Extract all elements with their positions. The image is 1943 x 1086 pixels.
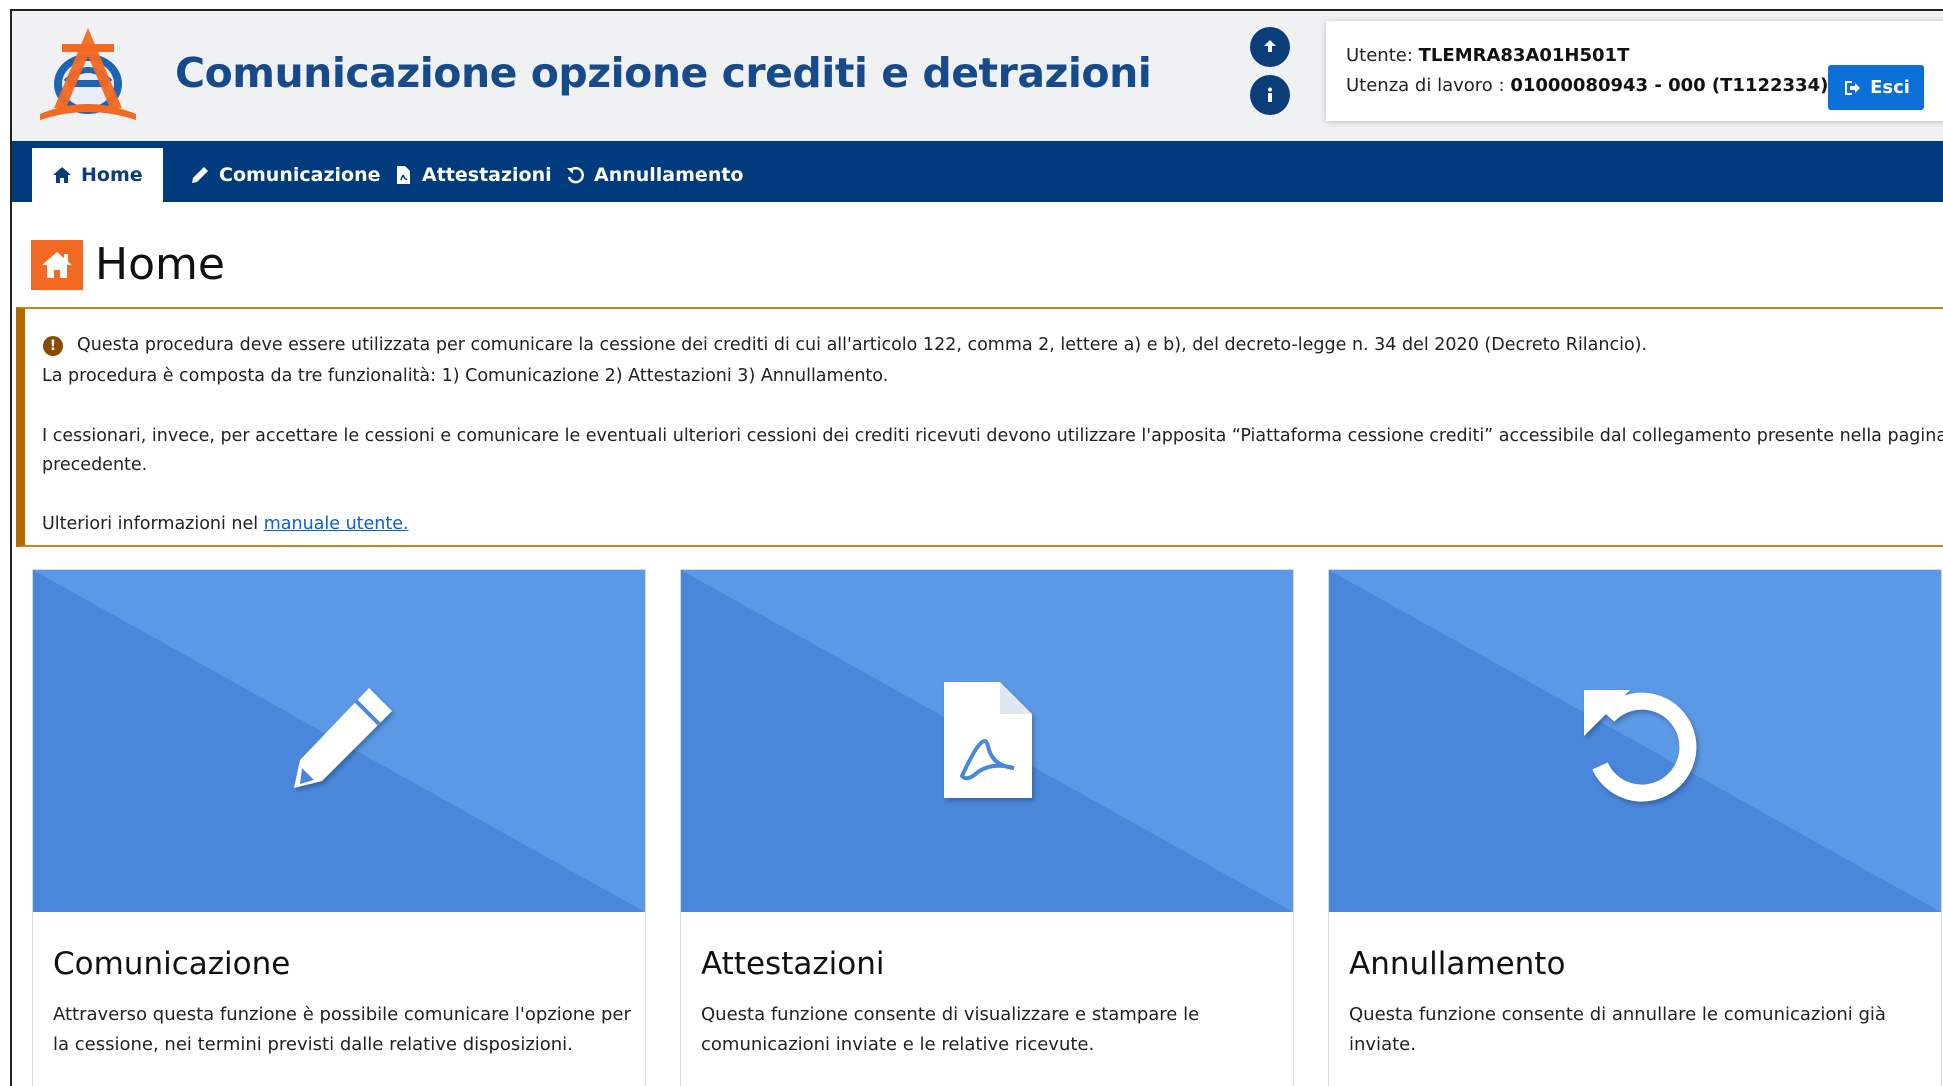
card-banner[interactable] <box>1329 570 1941 912</box>
card-desc-line-1: Questa funzione consente di annullare le… <box>1349 1004 1886 1025</box>
card-attestazioni: Attestazioni Questa funzione consente di… <box>680 569 1294 1086</box>
nav-label: Home <box>81 164 143 186</box>
card-title[interactable]: Attestazioni <box>701 946 884 982</box>
agenzia-entrate-logo <box>32 24 144 122</box>
alert-line-3: I cessionari, invece, per accettare le c… <box>42 426 1943 446</box>
pdf-file-icon <box>397 166 410 184</box>
pdf-file-icon <box>944 682 1032 798</box>
pencil-icon <box>294 688 392 788</box>
card-desc-line-1: Attraverso questa funzione è possibile c… <box>53 1004 631 1025</box>
card-banner[interactable] <box>681 570 1293 912</box>
nav-label: Comunicazione <box>219 164 381 186</box>
logout-label: Esci <box>1870 77 1910 98</box>
card-title[interactable]: Comunicazione <box>53 946 290 982</box>
card-title[interactable]: Annullamento <box>1349 946 1565 982</box>
main-nav: Home Comunicazione Attestazioni Annullam… <box>12 141 1943 202</box>
undo-icon <box>567 166 584 184</box>
card-desc-line-2: comunicazioni inviate e le relative rice… <box>701 1034 1095 1055</box>
card-description: Questa funzione consente di annullare le… <box>1349 1000 1929 1060</box>
workspace-label: Utenza di lavoro : <box>1346 75 1505 96</box>
card-description: Questa funzione consente di visualizzare… <box>701 1000 1281 1060</box>
sign-out-icon <box>1845 80 1861 95</box>
home-icon <box>31 239 83 290</box>
card-desc-line-1: Questa funzione consente di visualizzare… <box>701 1004 1200 1025</box>
user-line: Utente: TLEMRA83A01H501T <box>1346 45 1629 66</box>
workspace-line: Utenza di lavoro : 01000080943 - 000 (T1… <box>1346 75 1828 96</box>
header: Comunicazione opzione crediti e detrazio… <box>12 11 1943 141</box>
user-info-box: Utente: TLEMRA83A01H501T Utenza di lavor… <box>1326 21 1943 121</box>
nav-item-home[interactable]: Home <box>32 148 163 202</box>
card-annullamento: Annullamento Questa funzione consente di… <box>1328 569 1942 1086</box>
user-code: TLEMRA83A01H501T <box>1418 45 1630 66</box>
alert-line-1: Questa procedura deve essere utilizzata … <box>77 335 1648 355</box>
info-prefix: Ulteriori informazioni nel <box>42 514 264 534</box>
card-banner[interactable] <box>33 570 645 912</box>
info-alert: ! Questa procedura deve essere utilizzat… <box>16 307 1943 547</box>
page-title: Home <box>95 239 225 290</box>
exclamation-circle-icon: ! <box>43 336 63 356</box>
card-description: Attraverso questa funzione è possibile c… <box>53 1000 633 1060</box>
nav-label: Attestazioni <box>422 164 552 186</box>
workspace-value: 01000080943 - 000 (T1122334) <box>1510 75 1829 96</box>
alert-line-5: Ulteriori informazioni nel manuale utent… <box>42 514 409 534</box>
user-label: Utente: <box>1346 45 1413 66</box>
nav-item-comunicazione[interactable]: Comunicazione <box>170 148 400 202</box>
app-frame: Comunicazione opzione crediti e detrazio… <box>10 9 1943 1086</box>
home-icon <box>53 167 71 183</box>
nav-item-annullamento[interactable]: Annullamento <box>545 148 763 202</box>
card-desc-line-2: inviate. <box>1349 1034 1416 1055</box>
undo-icon <box>1584 690 1697 802</box>
upload-circle-icon[interactable] <box>1250 27 1290 67</box>
alert-line-4: precedente. <box>42 455 148 475</box>
card-comunicazione: Comunicazione Attraverso questa funzione… <box>32 569 646 1086</box>
nav-label: Annullamento <box>594 164 744 186</box>
info-circle-icon[interactable] <box>1250 75 1290 115</box>
nav-item-attestazioni[interactable]: Attestazioni <box>373 148 572 202</box>
logout-button[interactable]: Esci <box>1828 65 1924 110</box>
manual-link[interactable]: manuale utente. <box>264 514 409 534</box>
card-desc-line-2: la cessione, nei termini previsti dalle … <box>53 1034 573 1055</box>
page-header: Home <box>31 239 225 290</box>
alert-line-2: La procedura è composta da tre funzional… <box>42 366 889 386</box>
app-title: Comunicazione opzione crediti e detrazio… <box>175 49 1152 97</box>
pencil-icon <box>192 167 208 183</box>
